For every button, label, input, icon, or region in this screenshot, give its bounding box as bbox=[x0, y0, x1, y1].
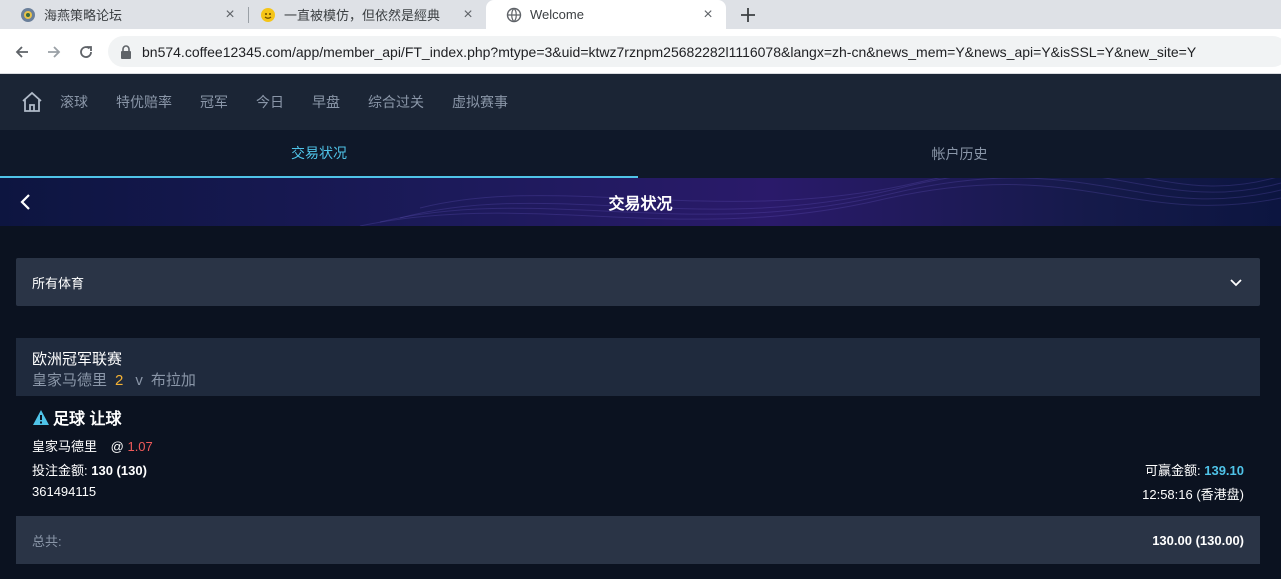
forward-arrow-icon[interactable] bbox=[42, 40, 66, 64]
page-title: 交易状况 bbox=[608, 196, 673, 213]
match-line: 皇家马德里 2 v 布拉加 bbox=[32, 369, 196, 390]
sport-filter-value: 所有体育 bbox=[32, 275, 85, 291]
tab-title: Welcome bbox=[530, 7, 584, 22]
nav-item-today[interactable]: 今日 bbox=[256, 92, 284, 112]
sub-tabs: 交易状况 帐户历史 bbox=[0, 130, 1281, 178]
back-arrow-icon[interactable] bbox=[10, 40, 34, 64]
ticket-id: 361494115 bbox=[32, 484, 97, 499]
bet-detail: 足球 让球 皇家马德里 @ 1.07 投注金额: 130 (130) 可赢金额:… bbox=[16, 396, 1260, 516]
home-team: 皇家马德里 bbox=[32, 372, 108, 389]
stake-label: 投注金额: bbox=[32, 463, 88, 478]
selection-team: 皇家马德里 bbox=[32, 439, 98, 454]
total-value: 130.00 (130.00) bbox=[1152, 532, 1244, 548]
win-row: 可赢金额: 139.10 bbox=[1145, 460, 1244, 479]
address-bar[interactable]: bn574.coffee12345.com/app/member_api/FT_… bbox=[108, 36, 1281, 67]
tab-title: 一直被模仿，但依然是經典 bbox=[284, 8, 441, 23]
away-team: 布拉加 bbox=[150, 372, 196, 389]
reload-icon[interactable] bbox=[74, 40, 98, 64]
close-icon[interactable]: × bbox=[700, 6, 716, 23]
stake-row: 投注金额: 130 (130) bbox=[32, 460, 147, 479]
bet-odds: 1.07 bbox=[127, 439, 153, 454]
warning-icon bbox=[33, 409, 49, 425]
browser-toolbar: bn574.coffee12345.com/app/member_api/FT_… bbox=[0, 29, 1281, 74]
nav-item-live[interactable]: 滚球 bbox=[60, 92, 88, 112]
chevron-down-icon bbox=[1230, 279, 1242, 287]
at-symbol: @ bbox=[110, 439, 124, 454]
globe-icon bbox=[506, 7, 522, 23]
new-tab-button[interactable] bbox=[736, 3, 760, 27]
tab-transaction-status[interactable]: 交易状况 bbox=[0, 130, 638, 178]
match-score: 2 bbox=[115, 372, 124, 389]
win-value: 139.10 bbox=[1204, 463, 1244, 478]
total-row: 总共: 130.00 (130.00) bbox=[16, 516, 1260, 564]
url-path: /app/member_api/FT_index.php?mtype=3&uid… bbox=[291, 43, 1197, 60]
bet-type-label: 足球 让球 bbox=[53, 411, 122, 428]
browser-tab-1[interactable]: 海燕策略论坛 × bbox=[0, 0, 248, 29]
browser-tabstrip: 海燕策略论坛 × 一直被模仿，但依然是經典 × Welcome × bbox=[0, 0, 1281, 29]
forum-favicon-icon bbox=[20, 7, 36, 23]
stake-value: 130 (130) bbox=[91, 463, 147, 478]
nav-item-virtual[interactable]: 虚拟赛事 bbox=[452, 92, 508, 112]
url-host: bn574.coffee12345.com bbox=[142, 43, 292, 60]
home-icon[interactable] bbox=[20, 90, 44, 114]
close-icon[interactable]: × bbox=[222, 6, 238, 23]
nav-item-parlay[interactable]: 综合过关 bbox=[368, 92, 424, 112]
nav-item-outright[interactable]: 冠军 bbox=[200, 92, 228, 112]
league-name: 欧洲冠军联赛 bbox=[32, 351, 123, 368]
bet-type: 足球 让球 bbox=[32, 405, 121, 429]
page-banner: 交易状况 bbox=[0, 178, 1281, 226]
bet-time: 12:58:16 (香港盘) bbox=[1142, 487, 1244, 502]
browser-tab-3[interactable]: Welcome × bbox=[486, 0, 726, 29]
win-label: 可赢金额: bbox=[1144, 463, 1201, 478]
url-text: bn574.coffee12345.com/app/member_api/FT_… bbox=[142, 44, 1196, 60]
sport-filter-select[interactable]: 所有体育 bbox=[16, 258, 1260, 306]
tab-title: 海燕策略论坛 bbox=[44, 8, 123, 23]
browser-tab-2[interactable]: 一直被模仿，但依然是經典 × bbox=[240, 0, 486, 29]
bet-selection: 皇家马德里 @ 1.07 bbox=[32, 436, 153, 455]
smiley-favicon-icon bbox=[260, 7, 276, 23]
close-icon[interactable]: × bbox=[460, 6, 476, 23]
app-top-nav: 滚球 特优赔率 冠军 今日 早盘 综合过关 虚拟赛事 bbox=[0, 74, 1281, 130]
total-label: 总共: bbox=[32, 533, 62, 549]
nav-item-special-odds[interactable]: 特优赔率 bbox=[116, 92, 172, 112]
league-header: 欧洲冠军联赛 皇家马德里 2 v 布拉加 bbox=[16, 338, 1260, 396]
nav-item-early[interactable]: 早盘 bbox=[312, 92, 340, 112]
lock-icon bbox=[121, 44, 131, 59]
tab-account-history[interactable]: 帐户历史 bbox=[638, 130, 1281, 178]
versus-label: v bbox=[135, 372, 143, 389]
